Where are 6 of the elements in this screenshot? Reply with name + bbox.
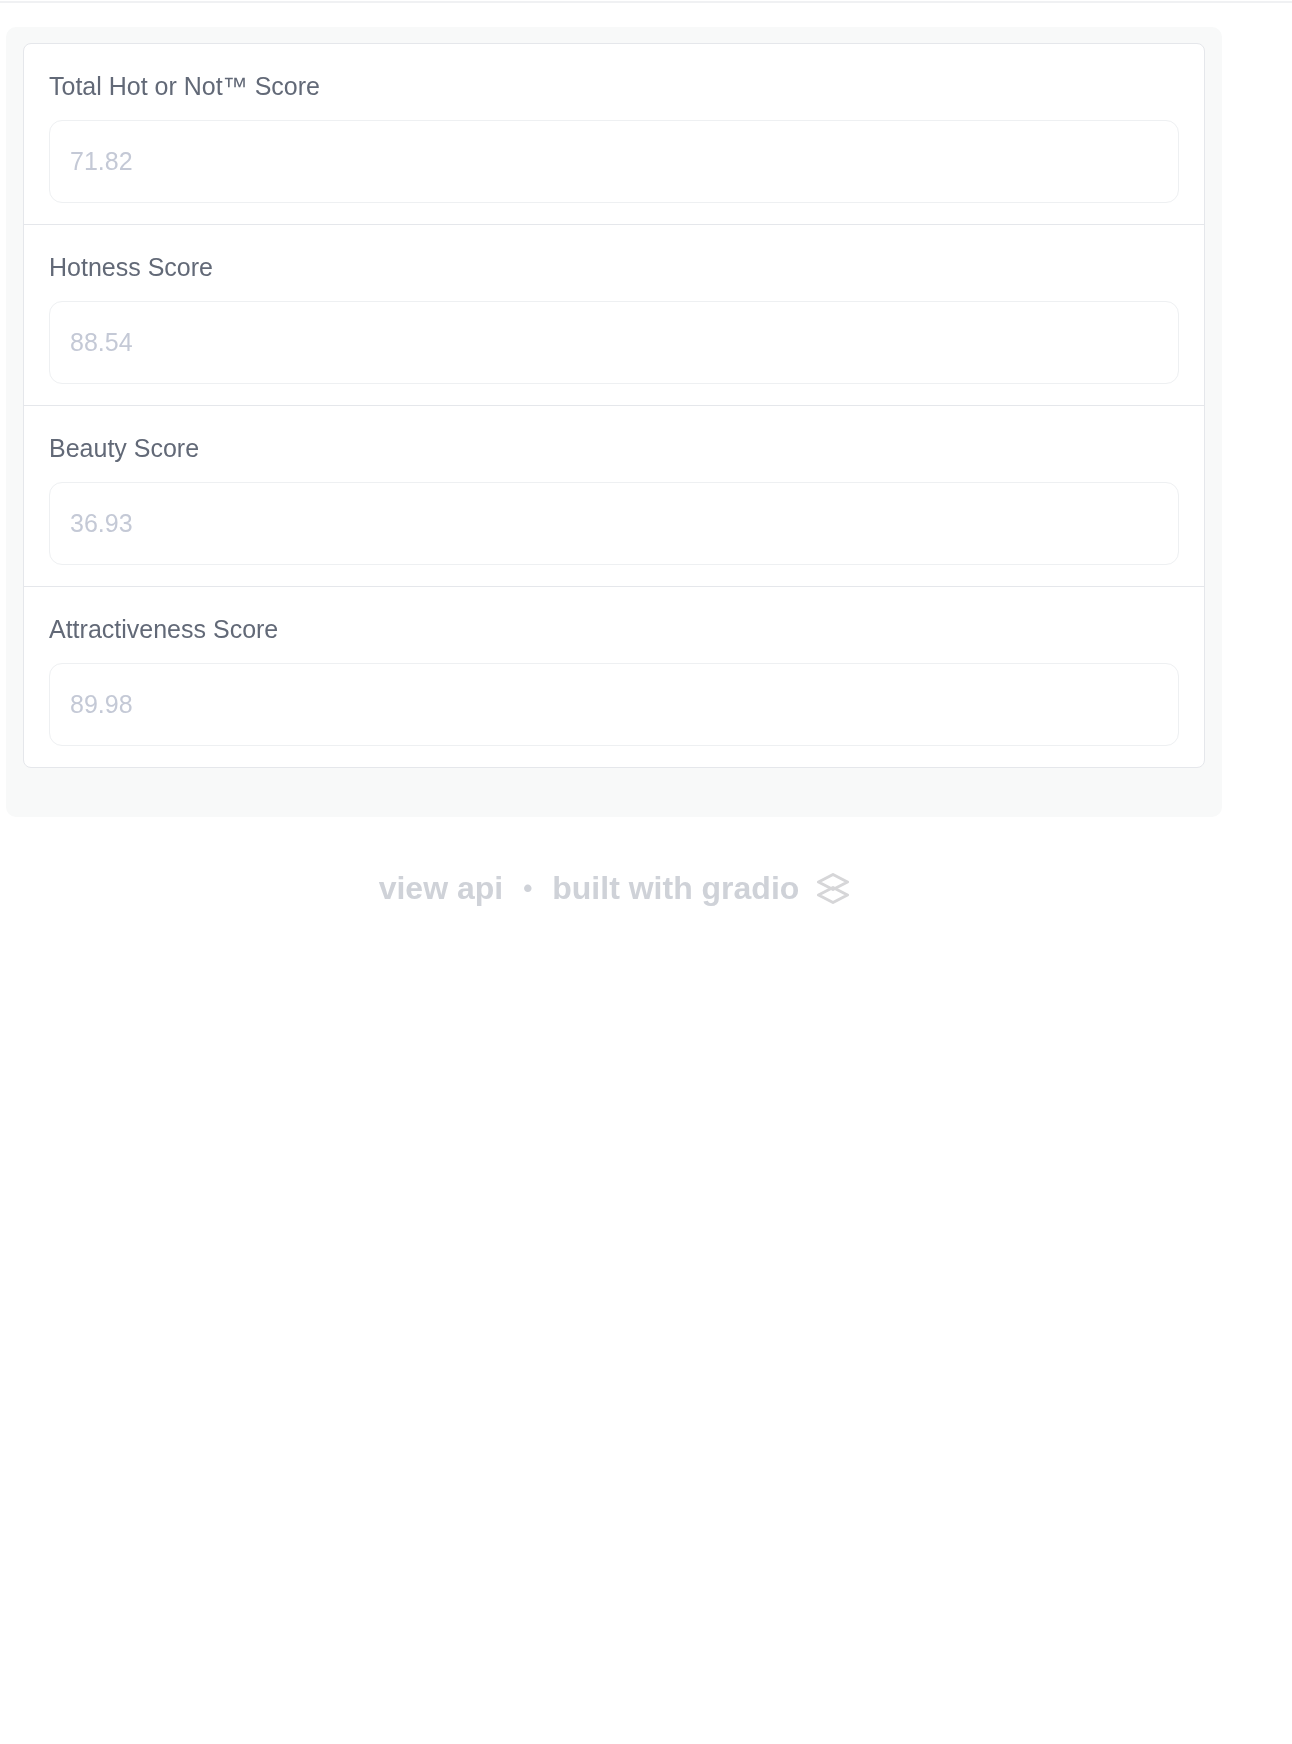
- field-label: Beauty Score: [49, 433, 200, 463]
- field-label: Total Hot or Not™ Score: [49, 71, 320, 101]
- field-label: Attractiveness Score: [49, 614, 279, 644]
- layers-icon: [817, 872, 850, 904]
- field-label: Hotness Score: [49, 252, 213, 282]
- bullet-separator: •: [523, 872, 533, 905]
